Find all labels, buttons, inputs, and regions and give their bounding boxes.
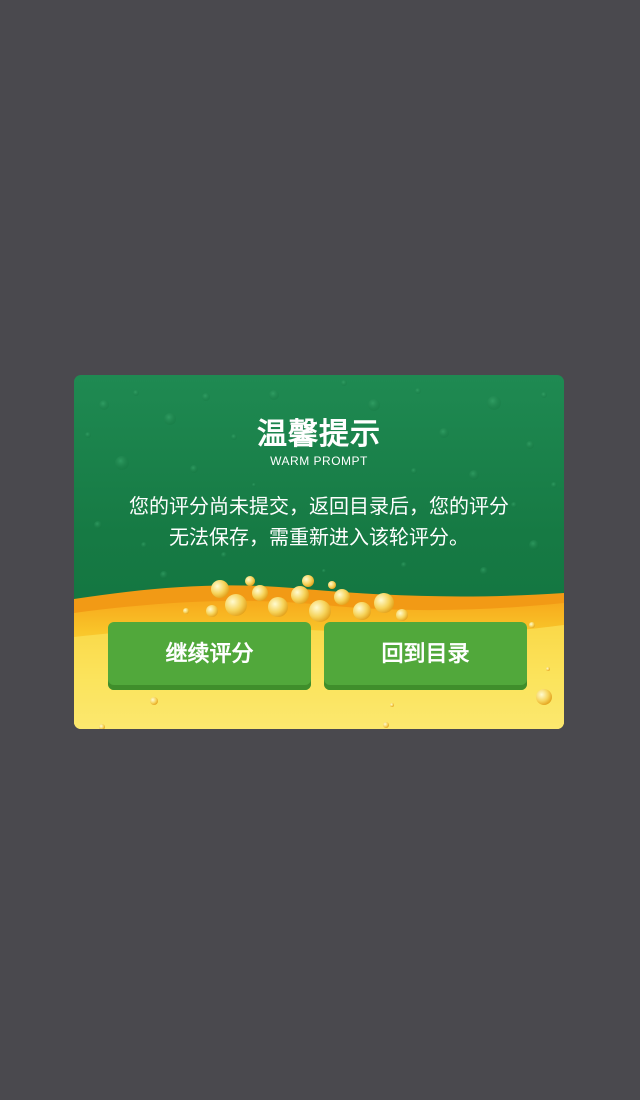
dialog-title: 温馨提示 — [257, 417, 381, 452]
warm-prompt-dialog: 温馨提示 WARM PROMPT 您的评分尚未提交，返回目录后，您的评分 无法保… — [74, 375, 564, 729]
dialog-message: 您的评分尚未提交，返回目录后，您的评分 无法保存，需重新进入该轮评分。 — [94, 491, 544, 553]
back-to-catalog-button[interactable]: 回到目录 — [324, 622, 527, 690]
modal-overlay: 温馨提示 WARM PROMPT 您的评分尚未提交，返回目录后，您的评分 无法保… — [0, 0, 640, 1100]
dialog-subtitle: WARM PROMPT — [270, 454, 368, 468]
dialog-message-line-1: 您的评分尚未提交，返回目录后，您的评分 — [129, 494, 509, 518]
dialog-message-line-2: 无法保存，需重新进入该轮评分。 — [169, 525, 469, 549]
dialog-title-block: 温馨提示 WARM PROMPT — [74, 415, 564, 468]
continue-rating-button[interactable]: 继续评分 — [108, 622, 311, 690]
